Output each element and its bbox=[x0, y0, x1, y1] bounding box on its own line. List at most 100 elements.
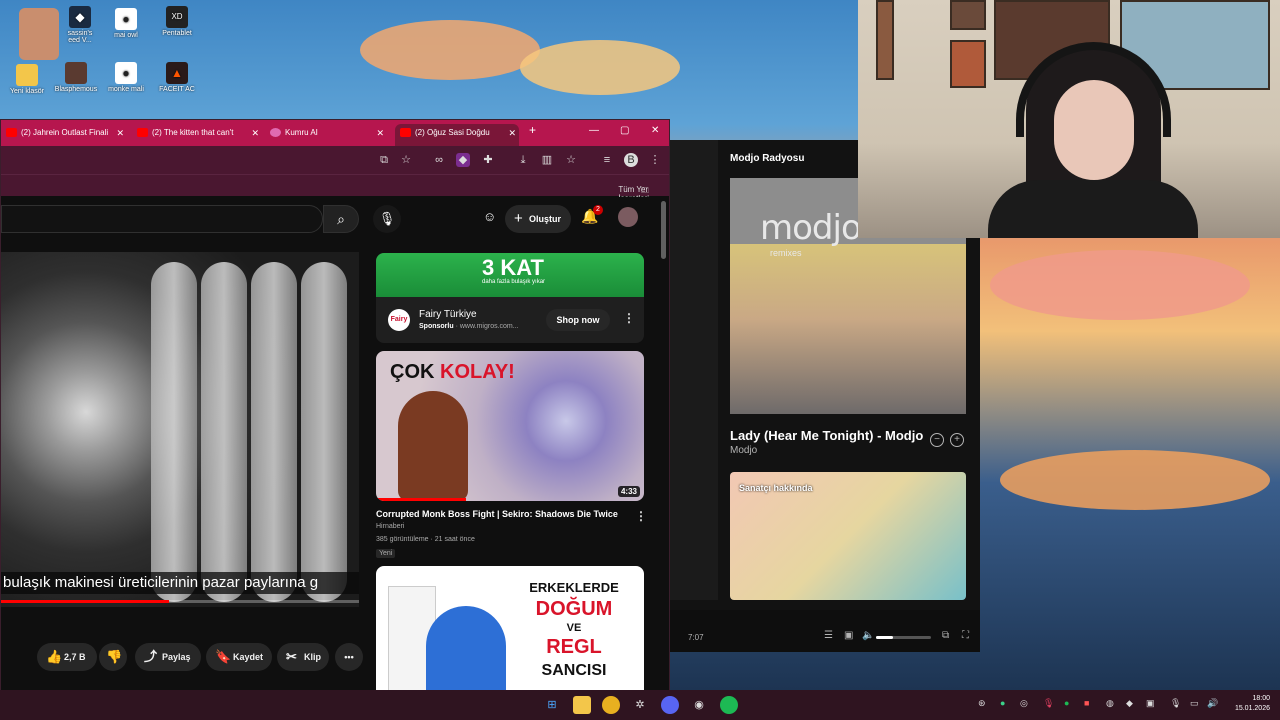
tray-icon[interactable]: ● bbox=[1000, 698, 1005, 708]
desktop-icon-monke-mali[interactable]: ● monke mali bbox=[99, 62, 153, 93]
tray-steam-icon[interactable]: ◍ bbox=[1106, 698, 1114, 709]
remove-icon[interactable]: − bbox=[930, 433, 944, 447]
video-title[interactable]: Corrupted Monk Boss Fight | Sekiro: Shad… bbox=[376, 509, 626, 519]
more-actions-button[interactable]: ••• bbox=[335, 643, 363, 671]
youtube-favicon-icon bbox=[137, 128, 148, 137]
obs-icon[interactable]: ◉ bbox=[690, 696, 708, 714]
taskbar: ⊞ ✲ ◉ ⊛ ● ◎ 🎙 ● ■ ◍ ◆ ▣ 🎙 ▭ 🔊 18:00 15.0… bbox=[0, 690, 1280, 720]
tab-oguz-sasi[interactable]: (2) Oğuz Sasi Doğdu ✕ bbox=[395, 124, 519, 146]
search-input[interactable] bbox=[1, 205, 323, 233]
shop-now-button[interactable]: Shop now bbox=[546, 309, 610, 331]
file-explorer-icon[interactable] bbox=[573, 696, 591, 714]
track-title[interactable]: Lady (Hear Me Tonight) - Modjo bbox=[730, 428, 926, 443]
favorites-icon[interactable]: ☆ bbox=[564, 153, 578, 167]
sponsored-ad-card[interactable]: 3 KAT daha fazla bulaşık yıkar Fairy Fai… bbox=[376, 253, 644, 343]
desktop-icon-mai-owl[interactable]: ● mai owl bbox=[99, 8, 153, 39]
chrome-icon[interactable] bbox=[602, 696, 620, 714]
puzzle-extensions-icon[interactable]: ✚ bbox=[481, 153, 495, 167]
volume-icon[interactable]: 🔈 bbox=[862, 630, 874, 641]
microphone-icon: 🎙 bbox=[378, 211, 396, 226]
discord-icon[interactable] bbox=[661, 696, 679, 714]
wifi-icon[interactable]: ▭ bbox=[1190, 698, 1199, 709]
track-artist[interactable]: Modjo bbox=[730, 445, 757, 456]
close-window-icon[interactable]: ✕ bbox=[651, 125, 659, 136]
media-control-icon[interactable]: ≡ bbox=[600, 153, 614, 167]
extension-icon[interactable]: ◆ bbox=[456, 153, 470, 167]
artist-about-card[interactable]: Sanatçı hakkında bbox=[730, 472, 966, 600]
video-menu-icon[interactable]: ⋮ bbox=[635, 509, 647, 523]
menu-more-icon[interactable]: ⋮ bbox=[648, 153, 662, 167]
download-icon[interactable]: ⤓ bbox=[516, 153, 530, 167]
video-thumbnail[interactable]: ERKEKLERDE DOĞUM VE REGL SANCISI bbox=[376, 566, 644, 691]
ad-banner-image[interactable]: 3 KAT daha fazla bulaşık yıkar bbox=[376, 253, 644, 297]
video-progress-bar[interactable] bbox=[1, 600, 359, 603]
video-frame-plate bbox=[251, 262, 297, 602]
thumbs-down-icon: 👎 bbox=[106, 649, 123, 664]
video-thumbnail[interactable]: ÇOK KOLAY! 4:33 bbox=[376, 351, 644, 501]
tray-icon[interactable]: ◎ bbox=[1020, 698, 1028, 709]
video-player[interactable]: bulaşık makinesi üreticilerinin pazar pa… bbox=[1, 252, 359, 607]
close-tab-icon[interactable]: ✕ bbox=[508, 124, 516, 142]
faceit-icon: ▲ bbox=[166, 62, 188, 84]
system-clock[interactable]: 18:00 15.01.2026 bbox=[1235, 694, 1270, 714]
close-tab-icon[interactable]: ✕ bbox=[376, 124, 384, 142]
cast-icon[interactable]: ⧉ bbox=[377, 153, 391, 167]
queue-icon[interactable]: ☰ bbox=[824, 630, 833, 641]
bookmark-star-icon[interactable]: ☆ bbox=[399, 153, 413, 167]
miniplayer-icon[interactable]: ⧉ bbox=[942, 630, 949, 641]
tray-microphone-icon[interactable]: 🎙 bbox=[1043, 698, 1054, 709]
ad-title[interactable]: Fairy Türkiye bbox=[419, 309, 477, 320]
tray-microphone-icon[interactable]: 🎙 bbox=[1170, 698, 1181, 709]
desktop-icon-yeni-klasor[interactable]: Yeni klasör bbox=[0, 64, 54, 95]
device-icon[interactable]: ▣ bbox=[844, 630, 853, 641]
wallpaper-cloud bbox=[1000, 450, 1270, 510]
thumbnail-text-a: ÇOK bbox=[390, 361, 440, 383]
tab-label: (2) Jahrein Outlast Finali bbox=[21, 128, 109, 137]
desktop-icon-faceit[interactable]: ▲ FACEIT AC bbox=[150, 62, 204, 93]
channel-name[interactable]: Hirnaberi bbox=[376, 523, 404, 530]
share-button[interactable]: ⤴ Paylaş bbox=[135, 643, 201, 671]
minimize-icon[interactable]: — bbox=[589, 125, 599, 136]
spotify-icon[interactable] bbox=[720, 696, 738, 714]
dislike-button[interactable]: 👎 bbox=[99, 643, 127, 671]
advertiser-logo[interactable]: Fairy bbox=[388, 309, 410, 331]
share-icon: ⤴ bbox=[144, 649, 158, 664]
app-icon[interactable]: ✲ bbox=[631, 696, 649, 714]
tray-icon[interactable]: ■ bbox=[1084, 698, 1089, 708]
wallpaper-cloud bbox=[990, 250, 1250, 320]
like-button[interactable]: 👍 2,7 B bbox=[37, 643, 97, 671]
page-scrollbar[interactable] bbox=[661, 201, 666, 259]
volume-slider[interactable] bbox=[876, 636, 931, 639]
reader-glasses-icon[interactable]: ∞ bbox=[432, 153, 446, 167]
fullscreen-icon[interactable]: ⛶ bbox=[962, 630, 969, 641]
tray-spotify-icon[interactable]: ● bbox=[1064, 698, 1069, 708]
profile-icon[interactable]: B bbox=[624, 153, 638, 167]
voice-search-button[interactable]: 🎙 bbox=[373, 205, 401, 233]
tray-icon[interactable]: ◆ bbox=[1126, 698, 1133, 709]
tab-kumru-ai[interactable]: Kumru AI ✕ bbox=[265, 124, 387, 146]
maximize-icon[interactable]: ▢ bbox=[620, 125, 629, 136]
wallpaper-cloud bbox=[520, 40, 680, 95]
close-tab-icon[interactable]: ✕ bbox=[116, 124, 124, 142]
new-tab-button[interactable]: + bbox=[529, 123, 536, 137]
desktop-icon-blasphemous[interactable]: Blasphemous bbox=[49, 62, 103, 93]
tray-icon[interactable]: ▣ bbox=[1146, 698, 1155, 709]
desktop-icon-pentablet[interactable]: XD Pentablet bbox=[150, 6, 204, 37]
tray-icon[interactable]: ⊛ bbox=[978, 698, 986, 709]
speaker-icon[interactable]: 🔊 bbox=[1207, 698, 1218, 709]
sidebar-icon[interactable]: ▥ bbox=[540, 153, 554, 167]
ad-menu-icon[interactable]: ⋮ bbox=[623, 311, 635, 325]
tab-jahrein[interactable]: (2) Jahrein Outlast Finali ✕ bbox=[1, 124, 127, 146]
save-button[interactable]: 🔖 Kaydet bbox=[206, 643, 272, 671]
clip-button[interactable]: ✂ Klip bbox=[277, 643, 329, 671]
add-icon[interactable]: + bbox=[950, 433, 964, 447]
tab-kitten[interactable]: (2) The kitten that can't ✕ bbox=[132, 124, 262, 146]
close-tab-icon[interactable]: ✕ bbox=[251, 124, 259, 142]
extension-face-icon[interactable]: ☺ bbox=[483, 209, 496, 224]
windows-start-icon[interactable]: ⊞ bbox=[543, 696, 561, 714]
search-button[interactable]: ⌕ bbox=[323, 205, 359, 233]
wall-poster bbox=[950, 40, 986, 88]
account-avatar[interactable] bbox=[618, 207, 638, 227]
xp-pen-icon: XD bbox=[166, 6, 188, 28]
create-button[interactable]: Oluştur bbox=[505, 205, 572, 233]
